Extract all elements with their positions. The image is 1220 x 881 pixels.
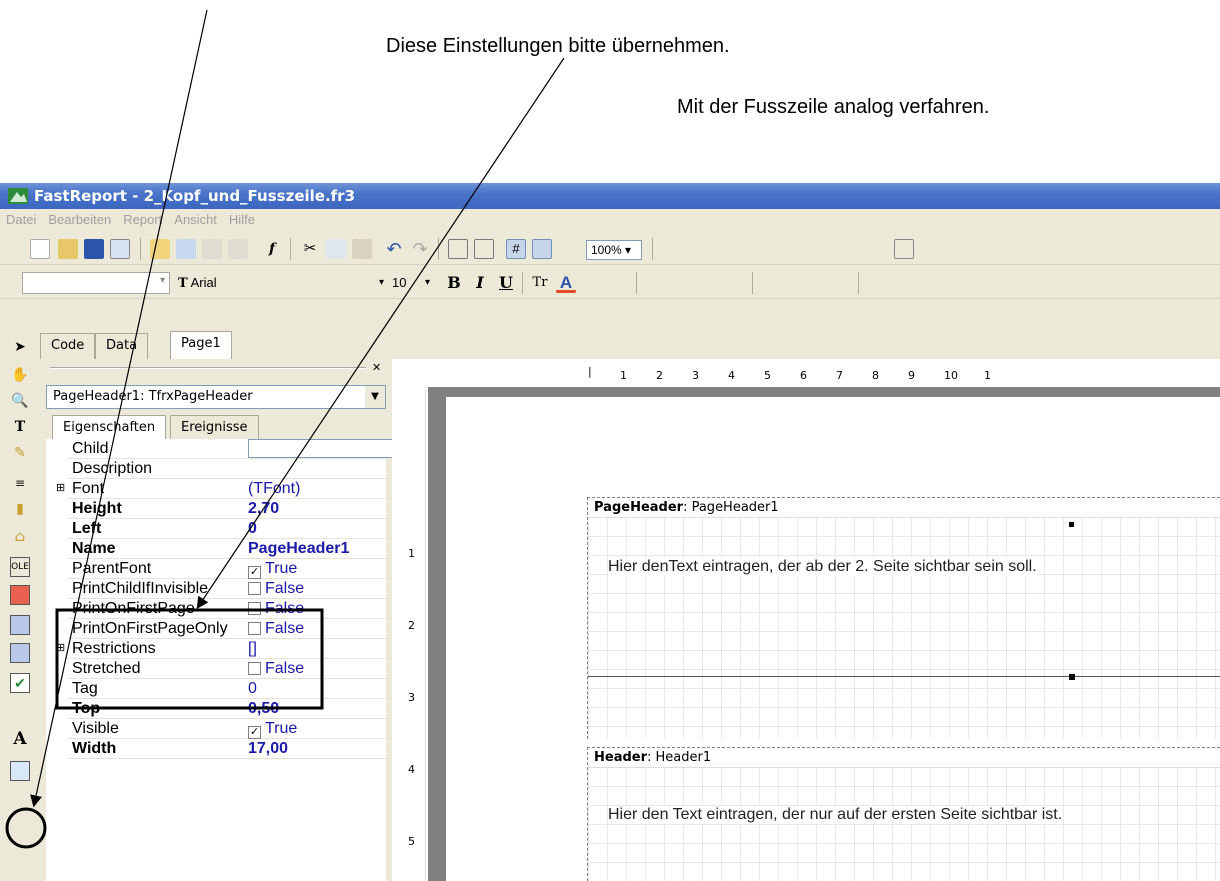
highlight-circle [5,807,47,849]
arrow-line [30,9,208,808]
annotation-overlay [5,9,565,849]
arrow-line [196,57,565,609]
highlight-box [55,608,324,710]
